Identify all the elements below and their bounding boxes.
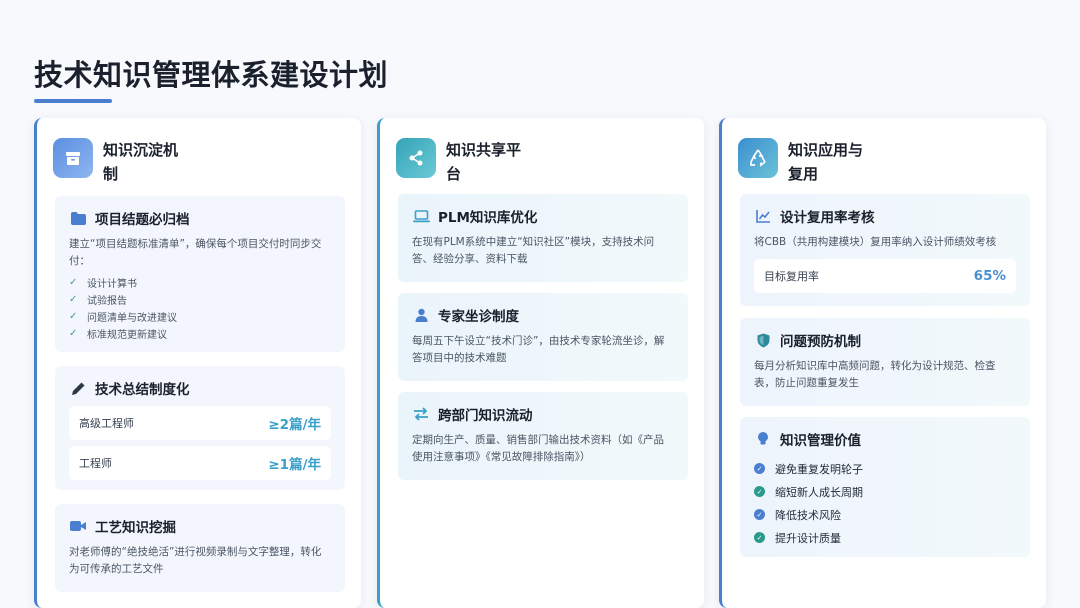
- card-title: 项目结题必归档: [95, 212, 190, 228]
- list-item: ✓ 标准规范更新建议: [69, 328, 167, 341]
- quota-row: 高级工程师 ≥2篇/年: [69, 406, 331, 440]
- column-knowledge-application: 知识应用与复用 设计复用率考核 将CBB（共用构建模块）复用率纳入设计师绩效考核…: [719, 118, 1046, 608]
- card-title: 专家坐诊制度: [438, 309, 519, 325]
- title-underline: [34, 99, 112, 103]
- column-title: 知识沉淀机制: [103, 141, 179, 183]
- card-description: 在现有PLM系统中建立“知识社区”模块，支持技术问答、经验分享、资料下载: [412, 236, 655, 265]
- card-craft-knowledge: 工艺知识挖掘 对老师傅的“绝技绝活”进行视频录制与文字整理，转化为可传承的工艺文…: [55, 504, 345, 592]
- user-doctor-icon: [412, 306, 430, 324]
- card-cross-department: 跨部门知识流动 定期向生产、质量、销售部门输出技术资料（如《产品使用注意事项》《…: [398, 392, 688, 480]
- recycle-icon: [738, 138, 778, 178]
- folder-icon: [69, 209, 87, 227]
- value-list: ✓ 避免重复发明轮子 ✓ 缩短新人成长周期 ✓ 降低技术风险 ✓ 提升设计质量: [754, 457, 1016, 549]
- metric-value: 65%: [973, 268, 1006, 284]
- list-item: ✓ 避免重复发明轮子: [754, 457, 1016, 480]
- card-project-archive: 项目结题必归档 建立“项目结题标准清单”，确保每个项目交付时同步交付： ✓ 设计计…: [55, 196, 345, 352]
- pen-icon: [69, 379, 87, 397]
- laptop-icon: [412, 207, 430, 225]
- check-icon: ✓: [69, 294, 78, 305]
- quota-row: 工程师 ≥1篇/年: [69, 446, 331, 480]
- list-item: ✓ 降低技术风险: [754, 503, 1016, 526]
- card-knowledge-value: 知识管理价值 ✓ 避免重复发明轮子 ✓ 缩短新人成长周期 ✓ 降低技术风险 ✓ 提升设计…: [740, 417, 1030, 557]
- column-title: 知识应用与复用: [788, 141, 864, 183]
- card-description: 每月分析知识库中高频问题，转化为设计规范、检查表，防止问题重复发生: [754, 360, 996, 389]
- column-header: 知识沉淀机制: [53, 138, 183, 186]
- quota-value: ≥1篇/年: [268, 457, 321, 473]
- check-circle-icon: ✓: [754, 486, 765, 497]
- list-item: ✓ 试验报告: [69, 294, 127, 307]
- card-title: 技术总结制度化: [95, 382, 190, 398]
- arrows-exchange-icon: [412, 405, 430, 423]
- shield-icon: [754, 331, 772, 349]
- line-chart-icon: [754, 207, 772, 225]
- archive-box-icon: [53, 138, 93, 178]
- card-description: 将CBB（共用构建模块）复用率纳入设计师绩效考核: [754, 236, 997, 248]
- list-item: ✓ 问题清单与改进建议: [69, 311, 177, 324]
- check-circle-icon: ✓: [754, 463, 765, 474]
- metric-label: 目标复用率: [764, 270, 819, 283]
- card-description: 定期向生产、质量、销售部门输出技术资料（如《产品使用注意事项》《常见故障排除指南…: [412, 434, 664, 463]
- quota-value: ≥2篇/年: [268, 417, 321, 433]
- list-item: ✓ 提升设计质量: [754, 526, 1016, 549]
- quota-role: 高级工程师: [79, 417, 134, 430]
- share-icon: [396, 138, 436, 178]
- card-title: 工艺知识挖掘: [95, 520, 176, 536]
- column-knowledge-sharing: 知识共享平台 PLM知识库优化 在现有PLM系统中建立“知识社区”模块，支持技术…: [377, 118, 704, 608]
- check-circle-icon: ✓: [754, 509, 765, 520]
- card-description: 对老师傅的“绝技绝活”进行视频录制与文字整理，转化为可传承的工艺文件: [69, 546, 322, 575]
- card-expert-clinic: 专家坐诊制度 每周五下午设立“技术门诊”，由技术专家轮流坐诊，解答项目中的技术难…: [398, 293, 688, 381]
- column-header: 知识共享平台: [396, 138, 526, 186]
- check-circle-icon: ✓: [754, 532, 765, 543]
- check-icon: ✓: [69, 311, 78, 322]
- card-description: 建立“项目结题标准清单”，确保每个项目交付时同步交付：: [69, 238, 322, 267]
- card-reuse-assessment: 设计复用率考核 将CBB（共用构建模块）复用率纳入设计师绩效考核 目标复用率 6…: [740, 194, 1030, 306]
- card-plm-optimization: PLM知识库优化 在现有PLM系统中建立“知识社区”模块，支持技术问答、经验分享…: [398, 194, 688, 282]
- card-title: PLM知识库优化: [438, 210, 538, 226]
- check-icon: ✓: [69, 328, 78, 339]
- card-title: 设计复用率考核: [780, 210, 875, 226]
- card-problem-prevention: 问题预防机制 每月分析知识库中高频问题，转化为设计规范、检查表，防止问题重复发生: [740, 318, 1030, 406]
- quota-role: 工程师: [79, 457, 112, 470]
- column-knowledge-accumulation: 知识沉淀机制 项目结题必归档 建立“项目结题标准清单”，确保每个项目交付时同步交…: [34, 118, 361, 608]
- card-technical-summary: 技术总结制度化 高级工程师 ≥2篇/年 工程师 ≥1篇/年: [55, 366, 345, 490]
- check-icon: ✓: [69, 277, 78, 288]
- column-header: 知识应用与复用: [738, 138, 868, 186]
- card-description: 每周五下午设立“技术门诊”，由技术专家轮流坐诊，解答项目中的技术难题: [412, 335, 665, 364]
- deliverable-list: ✓ 设计计算书 ✓ 试验报告 ✓ 问题清单与改进建议 ✓ 标准规范更新建议: [69, 274, 331, 342]
- card-title: 知识管理价值: [780, 433, 861, 449]
- card-title: 跨部门知识流动: [438, 408, 533, 424]
- page-title: 技术知识管理体系建设计划: [34, 58, 389, 92]
- list-item: ✓ 设计计算书: [69, 277, 137, 290]
- lightbulb-icon: [754, 430, 772, 448]
- video-camera-icon: [69, 517, 87, 535]
- target-reuse-rate-row: 目标复用率 65%: [754, 259, 1016, 293]
- column-title: 知识共享平台: [446, 141, 522, 183]
- card-title: 问题预防机制: [780, 334, 861, 350]
- list-item: ✓ 缩短新人成长周期: [754, 480, 1016, 503]
